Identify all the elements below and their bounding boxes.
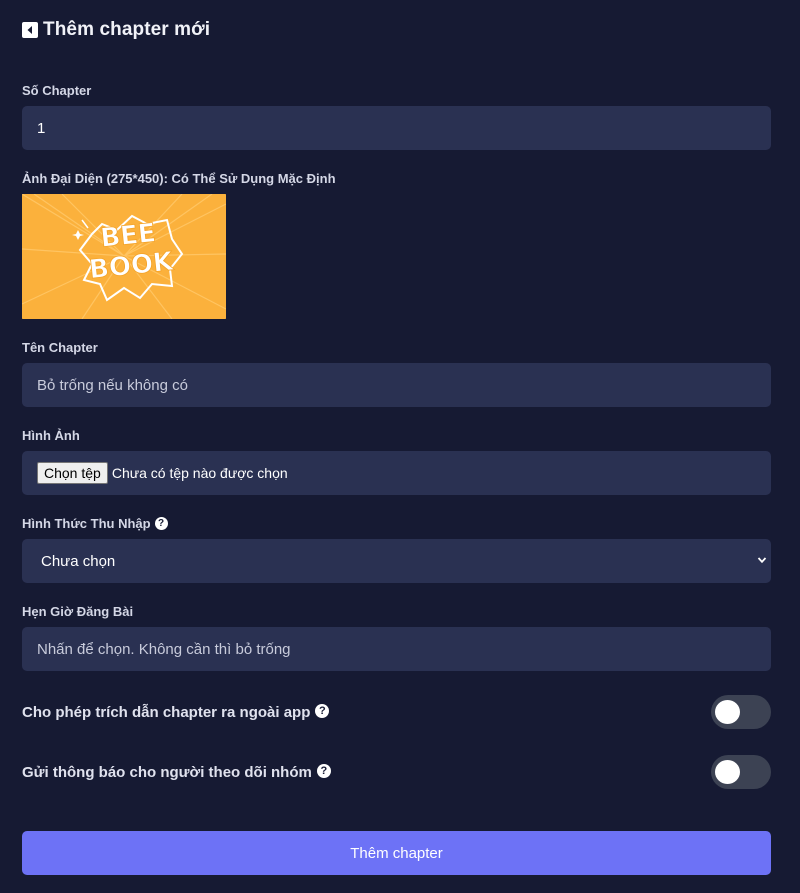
image-upload-field: Chọn tệp Chưa có tệp nào được chọn bbox=[22, 451, 771, 495]
image-upload-label: Hình Ảnh bbox=[22, 428, 80, 443]
income-type-label-text: Hình Thức Thu Nhập bbox=[22, 516, 151, 531]
notify-followers-toggle[interactable] bbox=[711, 755, 771, 789]
choose-file-button[interactable]: Chọn tệp bbox=[37, 462, 108, 484]
file-status-text: Chưa có tệp nào được chọn bbox=[111, 465, 288, 481]
schedule-input[interactable]: Nhấn để chọn. Không cần thì bỏ trống bbox=[22, 627, 771, 671]
page-header: Thêm chapter mới bbox=[22, 19, 210, 41]
toggle-row-quote: Cho phép trích dẫn chapter ra ngoài app? bbox=[22, 695, 771, 729]
chevron-down-icon bbox=[757, 557, 767, 564]
help-icon[interactable]: ? bbox=[316, 764, 331, 778]
income-type-select[interactable]: Chưa chọn bbox=[22, 539, 771, 583]
schedule-placeholder: Nhấn để chọn. Không cần thì bỏ trống bbox=[37, 640, 291, 658]
chapter-number-label: Số Chapter bbox=[22, 83, 92, 98]
toggle-knob bbox=[715, 700, 740, 724]
cover-image-label: Ảnh Đại Diện (275*450): Có Thể Sử Dụng M… bbox=[22, 171, 336, 186]
add-chapter-button[interactable]: Thêm chapter bbox=[22, 831, 771, 875]
toggle-label-notify: Gửi thông báo cho người theo dõi nhóm? bbox=[22, 764, 331, 781]
bee-book-logo: BEE BOOK bbox=[22, 194, 226, 319]
cover-image[interactable]: BEE BOOK bbox=[22, 194, 226, 319]
schedule-label: Hẹn Giờ Đăng Bài bbox=[22, 604, 134, 619]
chapter-number-value: 1 bbox=[37, 119, 46, 137]
help-icon[interactable]: ? bbox=[315, 704, 330, 718]
toggle-knob bbox=[715, 760, 740, 784]
income-type-selected: Chưa chọn bbox=[41, 552, 116, 570]
page-title: Thêm chapter mới bbox=[43, 19, 211, 40]
toggle-label-notify-text: Gửi thông báo cho người theo dõi nhóm bbox=[22, 763, 312, 781]
allow-quote-toggle[interactable] bbox=[711, 695, 771, 729]
chapter-name-placeholder: Bỏ trống nếu không có bbox=[37, 376, 188, 394]
toggle-label-quote-text: Cho phép trích dẫn chapter ra ngoài app bbox=[22, 703, 311, 721]
chapter-name-label: Tên Chapter bbox=[22, 340, 98, 355]
income-type-label: Hình Thức Thu Nhập? bbox=[22, 516, 168, 531]
back-arrow-icon[interactable] bbox=[22, 22, 38, 38]
help-icon[interactable]: ? bbox=[154, 517, 168, 531]
chapter-number-input[interactable]: 1 bbox=[22, 106, 771, 150]
toggle-label-quote: Cho phép trích dẫn chapter ra ngoài app? bbox=[22, 703, 330, 721]
toggle-row-notify: Gửi thông báo cho người theo dõi nhóm? bbox=[22, 755, 771, 789]
chapter-name-input[interactable]: Bỏ trống nếu không có bbox=[22, 363, 771, 407]
